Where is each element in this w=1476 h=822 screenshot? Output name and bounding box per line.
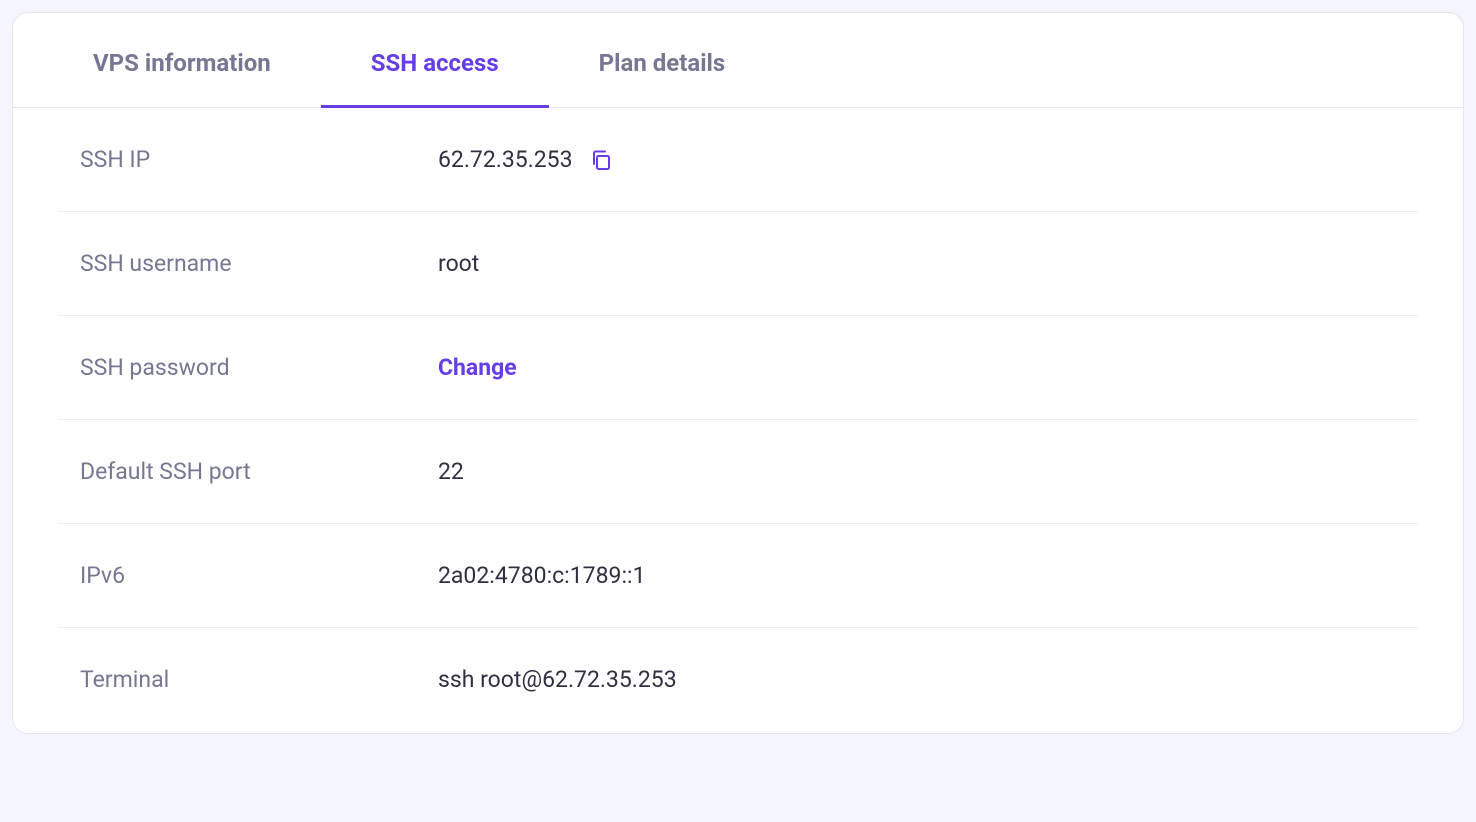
copy-icon[interactable] <box>589 148 613 172</box>
label-ipv6: IPv6 <box>58 562 438 589</box>
tab-ssh-access[interactable]: SSH access <box>351 13 519 107</box>
change-password-link[interactable]: Change <box>438 354 517 381</box>
value-ssh-username: root <box>438 250 479 277</box>
tabs-bar: VPS information SSH access Plan details <box>13 13 1463 108</box>
row-ssh-ip: SSH IP 62.72.35.253 <box>58 108 1418 212</box>
tab-plan-details[interactable]: Plan details <box>579 13 746 107</box>
ssh-access-content: SSH IP 62.72.35.253 SSH username root SS… <box>13 108 1463 733</box>
label-ssh-username: SSH username <box>58 250 438 277</box>
row-default-ssh-port: Default SSH port 22 <box>58 420 1418 524</box>
value-terminal: ssh root@62.72.35.253 <box>438 666 677 693</box>
value-default-ssh-port: 22 <box>438 458 464 485</box>
row-ipv6: IPv6 2a02:4780:c:1789::1 <box>58 524 1418 628</box>
value-ipv6: 2a02:4780:c:1789::1 <box>438 562 646 589</box>
label-default-ssh-port: Default SSH port <box>58 458 438 485</box>
value-ssh-ip-container: 62.72.35.253 <box>438 146 613 173</box>
tab-vps-information[interactable]: VPS information <box>73 13 291 107</box>
row-terminal: Terminal ssh root@62.72.35.253 <box>58 628 1418 703</box>
row-ssh-password: SSH password Change <box>58 316 1418 420</box>
label-terminal: Terminal <box>58 666 438 693</box>
label-ssh-password: SSH password <box>58 354 438 381</box>
value-ssh-ip: 62.72.35.253 <box>438 146 573 173</box>
ssh-panel: VPS information SSH access Plan details … <box>12 12 1464 734</box>
row-ssh-username: SSH username root <box>58 212 1418 316</box>
label-ssh-ip: SSH IP <box>58 146 438 173</box>
